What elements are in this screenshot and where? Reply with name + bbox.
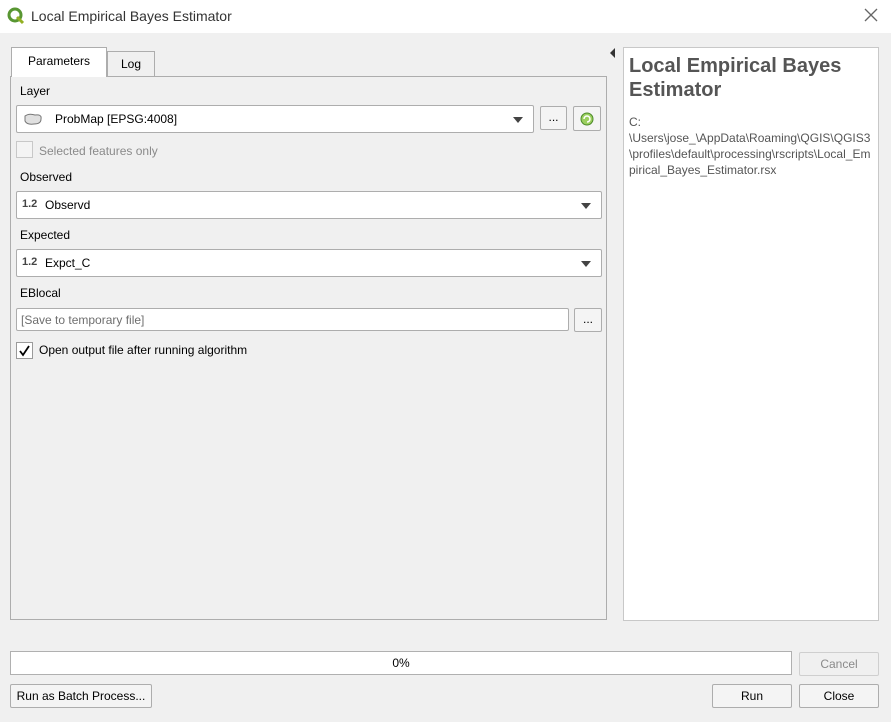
run-batch-button[interactable]: Run as Batch Process...: [10, 684, 152, 708]
close-icon[interactable]: [863, 7, 879, 23]
observed-label: Observed: [20, 170, 73, 184]
numeric-field-icon: 1.2: [22, 256, 38, 268]
eblocal-placeholder: [Save to temporary file]: [21, 313, 145, 327]
open-output-label: Open output file after running algorithm: [39, 343, 248, 357]
eblocal-label: EBlocal: [20, 286, 61, 300]
help-title: Local Empirical Bayes Estimator: [629, 55, 842, 101]
checkmark-icon: [19, 345, 30, 357]
observed-select[interactable]: 1.2 Observd: [16, 191, 602, 219]
help-script-path: C: \Users\jose_\AppData\Roaming\QGIS\QGI…: [629, 115, 871, 177]
expected-label: Expected: [20, 228, 71, 242]
expected-value: Expct_C: [45, 256, 91, 270]
parameters-panel: Layer ProbMap [EPSG:4008] ... Selected f…: [10, 76, 607, 620]
iterate-button[interactable]: [573, 106, 601, 131]
numeric-field-icon: 1.2: [22, 198, 38, 210]
expected-select[interactable]: 1.2 Expct_C: [16, 249, 602, 277]
window-title: Local Empirical Bayes Estimator: [31, 8, 232, 24]
qgis-icon: [7, 7, 25, 25]
tab-parameters[interactable]: Parameters: [11, 47, 107, 77]
cancel-button[interactable]: Cancel: [799, 652, 879, 676]
collapse-arrow-icon[interactable]: [610, 48, 615, 58]
help-panel: Local Empirical Bayes Estimator C: \User…: [623, 47, 879, 621]
layer-browse-button[interactable]: ...: [540, 106, 567, 130]
layer-label: Layer: [20, 84, 51, 98]
selected-features-label: Selected features only: [39, 144, 158, 158]
refresh-icon: [580, 112, 594, 126]
chevron-down-icon: [581, 261, 591, 267]
eblocal-browse-button[interactable]: ...: [574, 308, 602, 332]
polygon-layer-icon: [24, 113, 42, 125]
tab-log[interactable]: Log: [107, 51, 155, 76]
open-output-checkbox[interactable]: [16, 342, 33, 359]
layer-value: ProbMap [EPSG:4008]: [55, 112, 178, 126]
chevron-down-icon: [513, 117, 523, 123]
title-bar: Local Empirical Bayes Estimator: [0, 0, 891, 33]
run-button[interactable]: Run: [712, 684, 792, 708]
close-button[interactable]: Close: [799, 684, 879, 708]
layer-select[interactable]: ProbMap [EPSG:4008]: [16, 105, 534, 133]
selected-features-checkbox[interactable]: [16, 141, 33, 158]
observed-value: Observd: [45, 198, 91, 212]
eblocal-output-input[interactable]: [Save to temporary file]: [16, 308, 569, 331]
progress-bar: 0%: [10, 651, 792, 675]
chevron-down-icon: [581, 203, 591, 209]
